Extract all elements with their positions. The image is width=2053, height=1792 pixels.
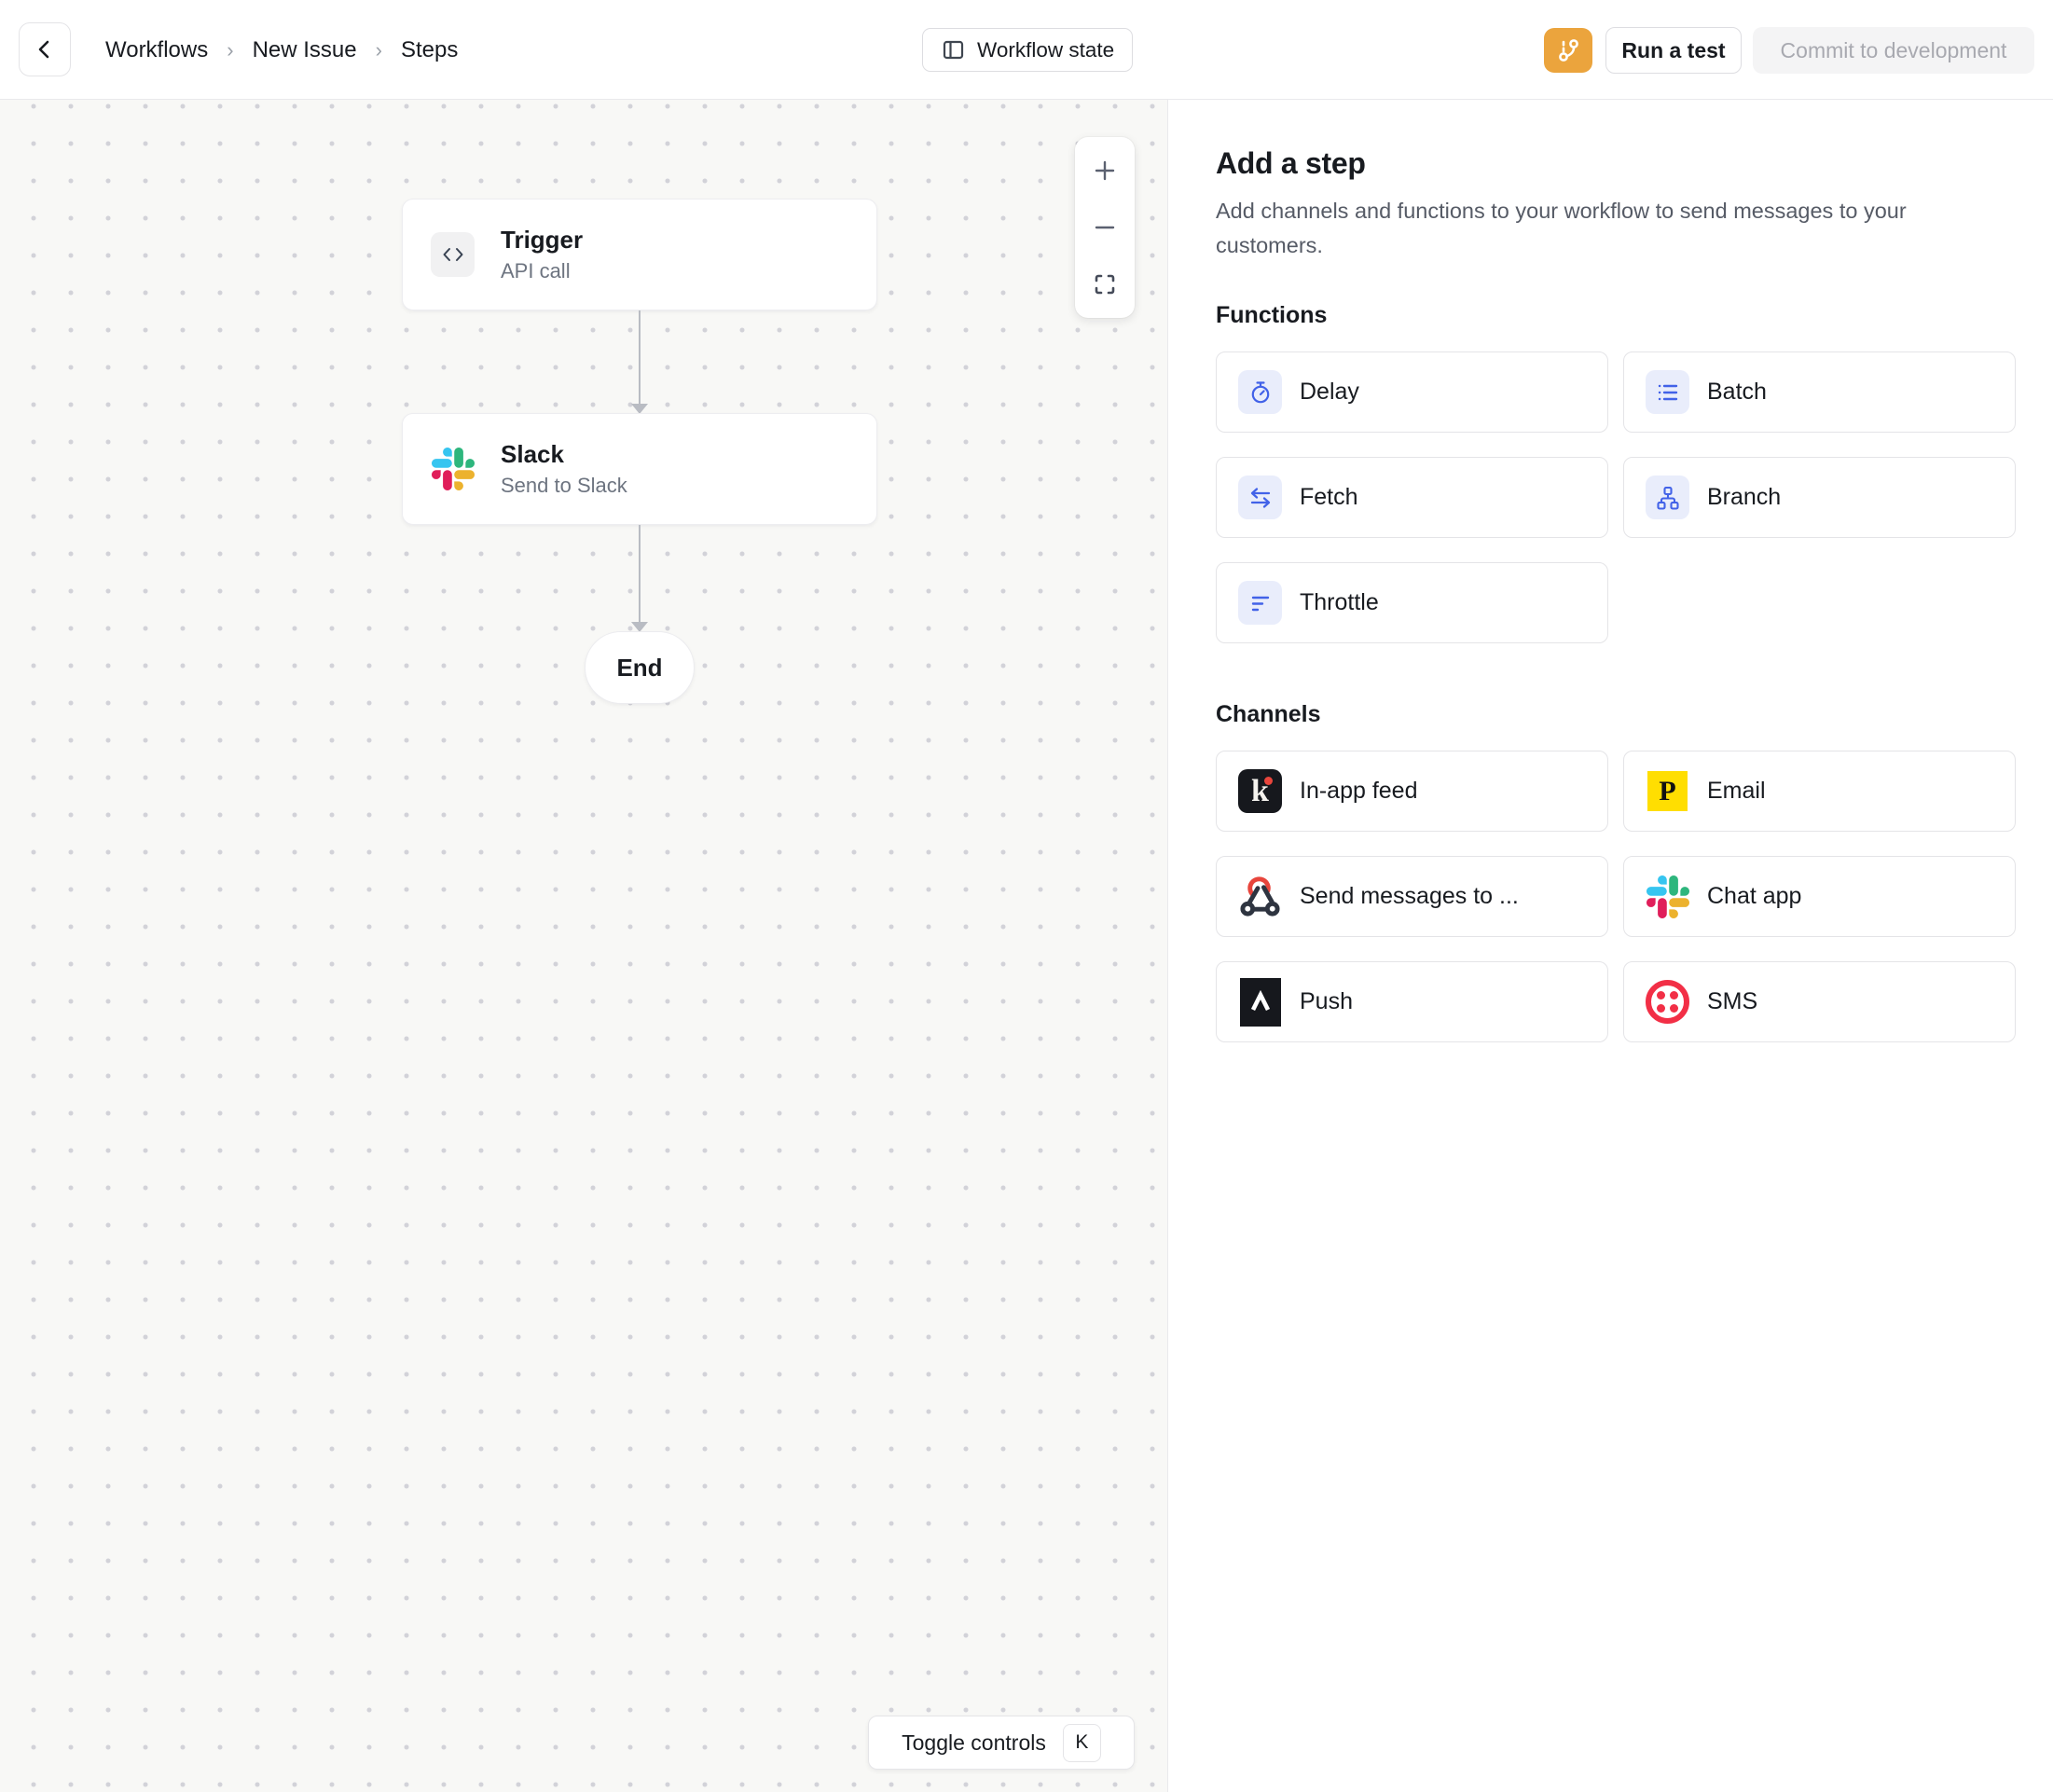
step-card-send-messages[interactable]: Send messages to ...: [1216, 856, 1608, 937]
stopwatch-icon: [1238, 370, 1282, 414]
list-icon: [1646, 370, 1689, 414]
node-subtitle: Send to Slack: [501, 474, 627, 498]
fullscreen-icon: [1091, 270, 1119, 298]
panel-description: Add channels and functions to your workf…: [1216, 194, 2010, 263]
breadcrumb: Workflows › New Issue › Steps: [105, 0, 458, 100]
node-subtitle: API call: [501, 259, 583, 283]
twilio-logo-icon: [1646, 980, 1689, 1024]
step-card-label: Branch: [1707, 484, 1781, 511]
step-card-label: Push: [1300, 988, 1353, 1015]
channels-section-label: Channels: [1216, 701, 2015, 728]
node-end[interactable]: End: [585, 631, 695, 704]
toggle-controls-button[interactable]: Toggle controls K: [868, 1716, 1135, 1770]
keyboard-shortcut-badge: K: [1063, 1724, 1101, 1762]
step-card-label: Delay: [1300, 379, 1359, 406]
commit-to-development-button[interactable]: Commit to development: [1753, 27, 2034, 74]
step-card-label: Throttle: [1300, 589, 1379, 616]
step-card-fetch[interactable]: Fetch: [1216, 457, 1608, 538]
step-card-label: Fetch: [1300, 484, 1358, 511]
step-card-label: In-app feed: [1300, 778, 1418, 805]
fit-view-button[interactable]: [1086, 266, 1123, 303]
functions-grid: Delay Batch Fetch: [1216, 352, 2015, 643]
step-card-label: Chat app: [1707, 883, 1801, 910]
breadcrumb-item-workflows[interactable]: Workflows: [105, 37, 208, 63]
workflow-state-label: Workflow state: [977, 38, 1114, 62]
step-card-chat-app[interactable]: Chat app: [1623, 856, 2016, 937]
step-card-label: Batch: [1707, 379, 1767, 406]
back-button[interactable]: [19, 22, 71, 76]
knock-logo-icon: k: [1238, 769, 1282, 813]
chevron-left-icon: [33, 37, 57, 62]
node-title: Trigger: [501, 226, 583, 255]
step-card-label: Send messages to ...: [1300, 883, 1519, 910]
run-a-test-button[interactable]: Run a test: [1605, 27, 1742, 74]
add-step-panel: Add a step Add channels and functions to…: [1167, 100, 2053, 1792]
step-card-push[interactable]: Push: [1216, 961, 1608, 1042]
zoom-in-button[interactable]: [1086, 152, 1123, 189]
hierarchy-icon: [1646, 476, 1689, 519]
node-slack[interactable]: Slack Send to Slack: [402, 413, 877, 525]
postmark-logo-icon: P: [1647, 771, 1688, 811]
breadcrumb-item-new-issue[interactable]: New Issue: [253, 37, 357, 63]
minus-icon: [1091, 214, 1119, 241]
breadcrumb-separator: ›: [227, 38, 233, 62]
git-branch-icon: [1553, 35, 1583, 65]
channels-grid: k In-app feed P Email: [1216, 751, 2015, 1042]
swap-arrows-icon: [1238, 476, 1282, 519]
step-card-label: Email: [1707, 778, 1766, 805]
expo-logo-icon: [1240, 978, 1281, 1027]
toggle-controls-label: Toggle controls: [902, 1730, 1046, 1756]
step-card-sms[interactable]: SMS: [1623, 961, 2016, 1042]
node-trigger[interactable]: Trigger API call: [402, 199, 877, 310]
side-panel-icon: [941, 37, 966, 62]
edge-trigger-slack: [639, 310, 641, 404]
end-label: End: [616, 654, 662, 682]
edge-slack-end: [639, 525, 641, 622]
step-card-throttle[interactable]: Throttle: [1216, 562, 1608, 643]
top-bar: Workflows › New Issue › Steps Workflow s…: [0, 0, 2053, 100]
code-icon: [431, 232, 475, 277]
functions-section-label: Functions: [1216, 302, 2015, 329]
commit-diff-button[interactable]: [1544, 28, 1592, 73]
canvas-zoom-controls: [1075, 137, 1135, 318]
breadcrumb-item-steps[interactable]: Steps: [401, 37, 458, 63]
step-card-delay[interactable]: Delay: [1216, 352, 1608, 433]
workflow-state-button[interactable]: Workflow state: [922, 28, 1133, 72]
step-card-branch[interactable]: Branch: [1623, 457, 2016, 538]
zoom-out-button[interactable]: [1086, 209, 1123, 246]
filter-lines-icon: [1238, 581, 1282, 625]
step-card-batch[interactable]: Batch: [1623, 352, 2016, 433]
plus-icon: [1091, 157, 1119, 185]
panel-title: Add a step: [1216, 146, 2015, 181]
breadcrumb-separator: ›: [376, 38, 382, 62]
slack-logo-icon: [1646, 875, 1689, 918]
webhook-logo-icon: [1238, 875, 1282, 918]
workflow-editor: Workflows › New Issue › Steps Workflow s…: [0, 0, 2053, 1792]
step-card-in-app-feed[interactable]: k In-app feed: [1216, 751, 1608, 832]
step-card-email[interactable]: P Email: [1623, 751, 2016, 832]
node-title: Slack: [501, 440, 627, 469]
slack-logo-icon: [431, 447, 475, 491]
workflow-canvas[interactable]: Trigger API call Slack: [0, 100, 1167, 1792]
step-card-label: SMS: [1707, 988, 1757, 1015]
